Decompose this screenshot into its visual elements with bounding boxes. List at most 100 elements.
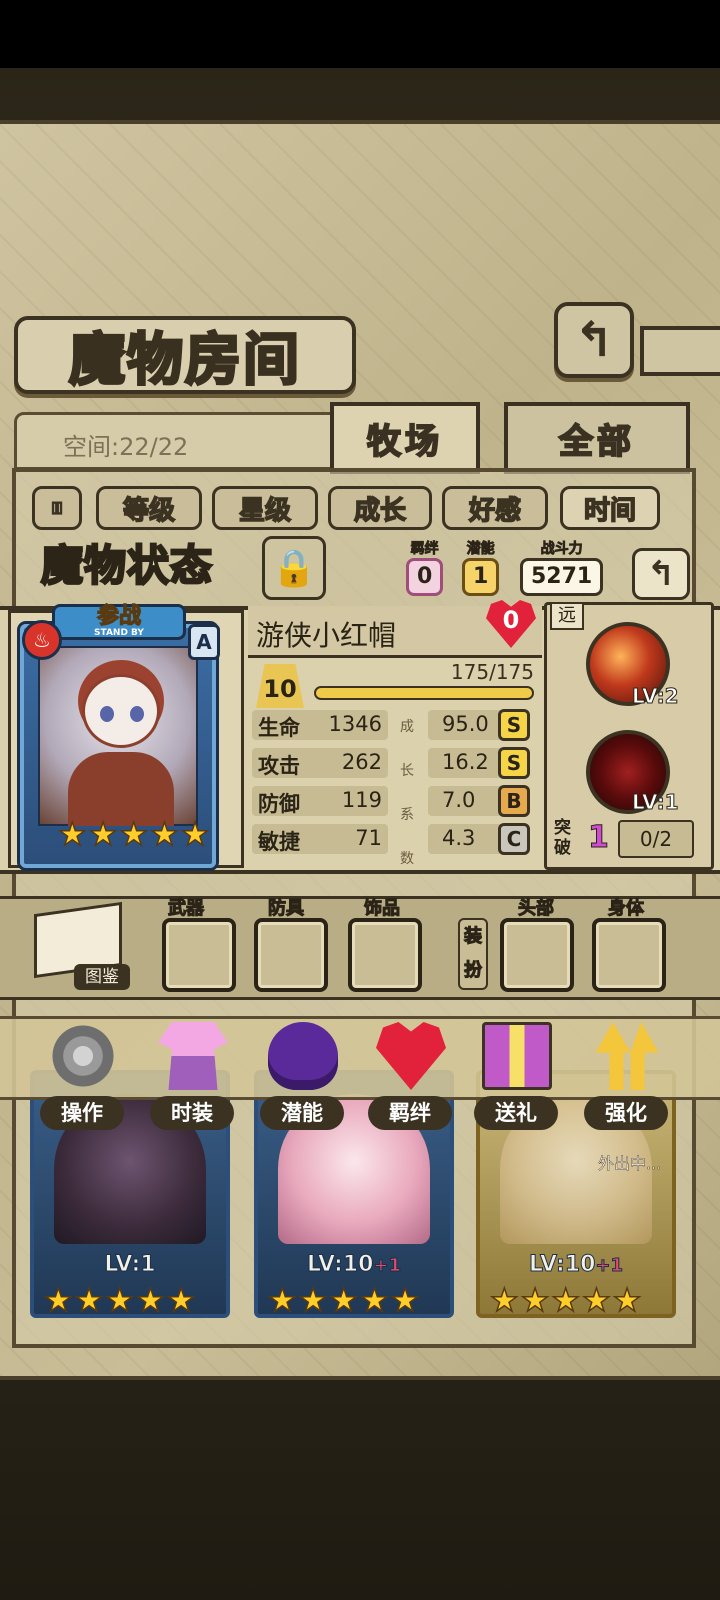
- potential-label: 潜能: [466, 541, 495, 558]
- body-slot[interactable]: [592, 918, 666, 992]
- enhance-label: 强化: [584, 1096, 668, 1130]
- standby-banner: 参战 STAND BY: [52, 604, 186, 640]
- star-rating: ★ ★ ★ ★ ★: [267, 1281, 420, 1319]
- handbook-button[interactable]: 图鉴: [30, 900, 130, 996]
- bond-label-button: 羁绊: [368, 1096, 452, 1130]
- armor-slot[interactable]: [254, 918, 328, 992]
- sort-time-button[interactable]: 时间: [560, 486, 660, 530]
- exp-bar-fill: [316, 688, 532, 698]
- stat-name: 生命: [258, 716, 300, 740]
- operate-button[interactable]: 操作: [36, 1018, 128, 1130]
- stat-value: 119: [341, 788, 382, 812]
- stat-label-box: 敏捷 71: [252, 824, 388, 854]
- body-slot-label: 身体: [608, 898, 645, 920]
- sort-growth-button[interactable]: 成长: [328, 486, 432, 530]
- sort-level-label: 等级: [122, 495, 176, 527]
- growth-label-char: 长: [400, 763, 414, 779]
- back-arrow-icon: ↰: [573, 312, 615, 368]
- star-icon: ★: [74, 1281, 104, 1319]
- header-right-decoration: [640, 326, 720, 376]
- affection-badge: 0: [486, 600, 536, 650]
- combat-power-label: 战斗力: [540, 541, 583, 558]
- bond-value: 0: [406, 558, 444, 596]
- skill-level: LV:2: [631, 684, 679, 709]
- standby-sublabel: STAND BY: [94, 628, 144, 638]
- star-icon: ★: [166, 1281, 196, 1319]
- star-icon: ★: [390, 1281, 420, 1319]
- breakthrough-label: 突破: [554, 818, 571, 858]
- monster-portrait: [38, 646, 198, 826]
- head-slot-label: 头部: [518, 898, 555, 920]
- sort-time-label: 时间: [583, 495, 637, 527]
- potential-button[interactable]: 潜能: [256, 1018, 348, 1130]
- sort-star-button[interactable]: 星级: [212, 486, 318, 530]
- weapon-slot[interactable]: [162, 918, 236, 992]
- growth-grade-badge: S: [498, 747, 530, 779]
- monster-level-bonus: +1: [595, 1255, 624, 1277]
- monster-level-label: LV:10+1: [476, 1252, 676, 1278]
- star-icon: ★: [135, 1281, 165, 1319]
- monster-name: 游侠小红帽: [256, 619, 397, 652]
- stat-name: 攻击: [258, 754, 300, 778]
- status-bar: [0, 0, 720, 68]
- room-title-text: 魔物房间: [68, 326, 301, 394]
- clothing-icon: [158, 1022, 228, 1090]
- monster-level: LV:10: [528, 1252, 596, 1278]
- star-rating: ★ ★ ★ ★ ★: [57, 815, 210, 853]
- growth-coefficient-label: 成 长 系 数: [400, 716, 414, 868]
- stat-label-box: 防御 119: [252, 786, 388, 816]
- growth-label-char: 成: [400, 719, 414, 735]
- double-up-arrow-icon: [595, 1022, 659, 1090]
- sort-star-label: 星级: [238, 495, 292, 527]
- monster-level: LV:10: [306, 1252, 374, 1278]
- potential-label-button: 潜能: [260, 1096, 344, 1130]
- accessory-slot-label: 饰品: [364, 898, 401, 920]
- growth-value: 95.0: [442, 712, 489, 736]
- stat-label-box: 生命 1346: [252, 710, 388, 740]
- affection-value: 0: [502, 606, 520, 634]
- exp-text: 175/175: [450, 660, 534, 684]
- close-status-button[interactable]: ↰: [632, 548, 690, 600]
- star-icon: ★: [359, 1281, 389, 1319]
- star-icon: ★: [105, 1281, 135, 1319]
- hearts-icon: [376, 1022, 446, 1090]
- star-icon: ★: [267, 1281, 297, 1319]
- gift-button[interactable]: 送礼: [470, 1018, 562, 1130]
- tab-all[interactable]: 全部: [504, 402, 690, 474]
- character-eye: [130, 706, 144, 722]
- star-icon: ★: [43, 1281, 73, 1319]
- bond-counter: 羁绊 0: [406, 540, 444, 596]
- gear-icon: [48, 1022, 118, 1090]
- star-icon: ★: [88, 815, 118, 853]
- stat-value: 262: [341, 750, 382, 774]
- star-icon: ★: [581, 1281, 611, 1319]
- enhance-button[interactable]: 强化: [580, 1018, 672, 1130]
- lock-button[interactable]: 🔒: [262, 536, 326, 600]
- growth-grade-badge: C: [498, 823, 530, 855]
- tab-ranch[interactable]: 牧场: [330, 402, 480, 474]
- skill-level: LV:1: [631, 790, 679, 815]
- stat-row-attack: 攻击 262 16.2 S: [252, 747, 536, 782]
- accessory-slot[interactable]: [348, 918, 422, 992]
- sort-order-toggle[interactable]: ⏸: [32, 486, 82, 530]
- lock-icon: 🔒: [271, 548, 317, 589]
- space-counter-label: 空间:22/22: [63, 433, 189, 461]
- stat-row-hp: 生命 1346 95.0 S: [252, 709, 536, 744]
- back-button[interactable]: ↰: [554, 302, 634, 378]
- growth-grade-badge: S: [498, 709, 530, 741]
- away-status-label: 外出中...: [598, 1154, 662, 1174]
- character-head: [82, 674, 160, 748]
- star-icon: ★: [180, 815, 210, 853]
- return-arrow-icon: ↰: [646, 554, 676, 594]
- pause-icon: ⏸: [50, 492, 65, 524]
- monster-level-label: LV:10+1: [254, 1252, 454, 1278]
- monster-level: LV:1: [104, 1252, 156, 1278]
- fashion-button[interactable]: 时装: [146, 1018, 238, 1130]
- breakthrough-box[interactable]: 突破 1 0/2: [548, 816, 708, 862]
- bond-button[interactable]: 羁绊: [364, 1018, 456, 1130]
- gift-label: 送礼: [474, 1096, 558, 1130]
- sort-level-button[interactable]: 等级: [96, 486, 202, 530]
- sort-affection-button[interactable]: 好感: [442, 486, 548, 530]
- head-slot[interactable]: [500, 918, 574, 992]
- operate-label: 操作: [40, 1096, 124, 1130]
